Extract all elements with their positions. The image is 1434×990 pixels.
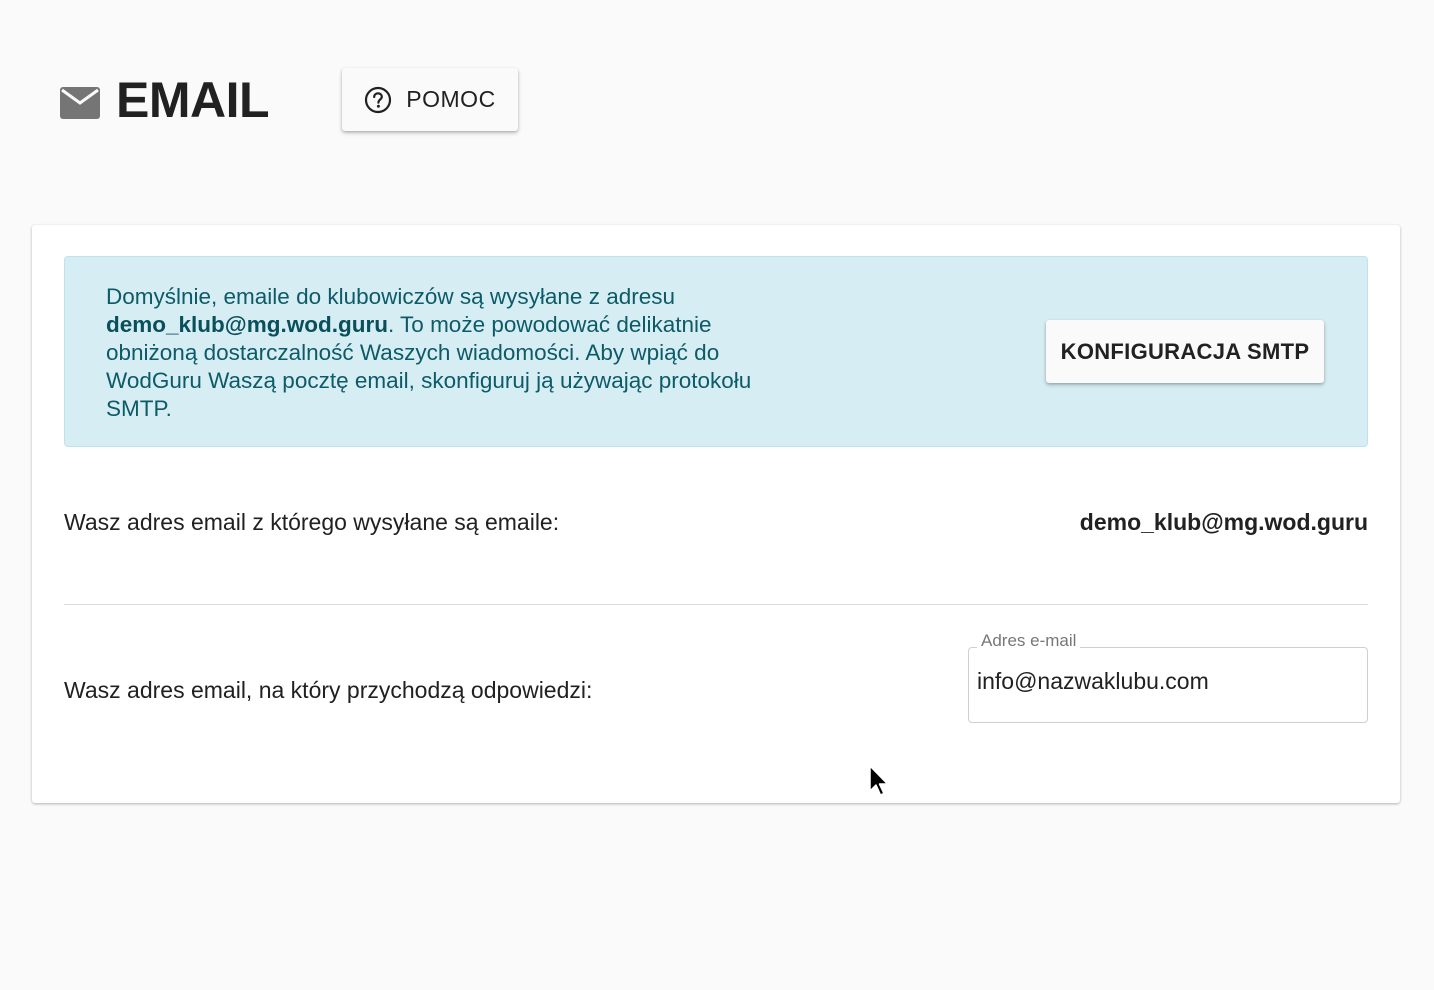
reply-email-field-label: Adres e-mail xyxy=(977,631,1081,651)
smtp-config-button[interactable]: KONFIGURACJA SMTP xyxy=(1046,320,1324,383)
divider xyxy=(64,604,1368,605)
alert-email: demo_klub@mg.wod.guru xyxy=(106,312,388,337)
help-button[interactable]: POMOC xyxy=(342,68,518,131)
help-circle-icon xyxy=(364,86,392,114)
alert-text-before: Domyślnie, emaile do klubowiczów są wysy… xyxy=(106,284,675,309)
reply-email-label: Wasz adres email, na który przychodzą od… xyxy=(64,677,593,703)
reply-email-input[interactable] xyxy=(977,668,1347,695)
email-settings-card: Domyślnie, emaile do klubowiczów są wysy… xyxy=(32,225,1400,803)
mouse-cursor-icon xyxy=(868,765,890,799)
sender-email-label: Wasz adres email z którego wysyłane są e… xyxy=(64,509,560,535)
help-button-label: POMOC xyxy=(406,86,496,112)
page-header: EMAIL xyxy=(60,68,270,132)
reply-email-field[interactable]: Adres e-mail xyxy=(968,631,1368,723)
sender-email-value: demo_klub@mg.wod.guru xyxy=(1079,509,1368,535)
mail-icon xyxy=(60,87,100,119)
page-title: EMAIL xyxy=(116,72,270,128)
smtp-info-alert: Domyślnie, emaile do klubowiczów są wysy… xyxy=(64,256,1368,447)
alert-text: Domyślnie, emaile do klubowiczów są wysy… xyxy=(106,283,806,423)
